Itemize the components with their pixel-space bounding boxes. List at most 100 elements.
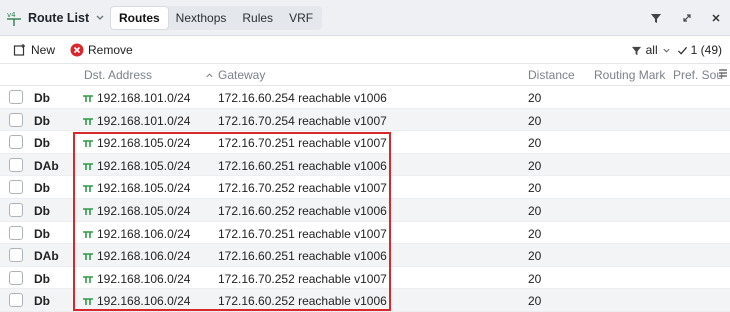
row-gateway: 172.16.60.251 reachable v1006 xyxy=(218,158,387,173)
row-checkbox[interactable] xyxy=(9,225,23,240)
row-checkbox[interactable] xyxy=(9,90,23,104)
row-dst-address: 192.168.106.0/24 xyxy=(97,271,191,286)
row-gateway: 172.16.70.251 reachable v1007 xyxy=(218,226,387,241)
row-dst: 192.168.106.0/24 xyxy=(82,249,190,263)
column-header-distance[interactable]: Distance xyxy=(528,68,575,82)
row-gateway: 172.16.70.252 reachable v1007 xyxy=(218,181,387,196)
restore-icon[interactable] xyxy=(679,9,695,27)
row-dst: 192.168.106.0/24 xyxy=(82,294,190,308)
column-header-gateway[interactable]: Gateway xyxy=(205,68,265,82)
table-row[interactable]: DAb 192.168.106.0/24 172.16.60.251 reach… xyxy=(0,244,730,267)
route-icon xyxy=(83,162,93,170)
row-distance: 20 xyxy=(528,203,542,218)
column-header-routing-mark[interactable]: Routing Mark xyxy=(594,68,665,82)
window-title: Route List xyxy=(28,11,90,25)
row-distance: 20 xyxy=(528,136,542,151)
new-button-label: New xyxy=(31,43,56,57)
tab-routes[interactable]: Routes xyxy=(111,7,168,29)
row-dst-address: 192.168.101.0/24 xyxy=(97,113,191,128)
row-distance: 20 xyxy=(528,249,542,264)
route-icon xyxy=(83,298,93,306)
row-dst: 192.168.105.0/24 xyxy=(82,204,190,218)
row-dst: 192.168.101.0/24 xyxy=(82,91,190,105)
row-dst-address: 192.168.105.0/24 xyxy=(97,136,191,151)
row-gateway: 172.16.60.254 reachable v1006 xyxy=(218,91,387,105)
table-row[interactable]: Db 192.168.105.0/24 172.16.70.252 reacha… xyxy=(0,176,730,199)
row-flags: Db xyxy=(34,203,50,218)
tab-vrf[interactable]: VRF xyxy=(281,7,321,29)
row-dst-address: 192.168.101.0/24 xyxy=(97,91,191,105)
route-list-icon: v4 xyxy=(6,9,22,27)
row-gateway: 172.16.60.252 reachable v1006 xyxy=(218,294,387,309)
row-dst: 192.168.105.0/24 xyxy=(82,136,190,150)
check-icon xyxy=(677,46,687,55)
row-gateway: 172.16.70.252 reachable v1007 xyxy=(218,271,387,286)
row-distance: 20 xyxy=(528,158,542,173)
row-checkbox[interactable] xyxy=(9,248,23,263)
remove-button-label: Remove xyxy=(88,43,133,57)
row-flags: DAb xyxy=(34,249,59,264)
route-icon xyxy=(83,275,93,283)
row-checkbox[interactable] xyxy=(9,157,23,172)
column-menu-icon[interactable] xyxy=(718,67,728,82)
funnel-icon xyxy=(631,46,641,55)
table-row[interactable]: Db 192.168.101.0/24 172.16.70.254 reacha… xyxy=(0,108,730,132)
toolbar: New Remove all 1 (49) xyxy=(0,36,730,64)
row-gateway: 172.16.60.251 reachable v1006 xyxy=(218,249,387,264)
close-icon[interactable] xyxy=(708,9,724,27)
row-checkbox[interactable] xyxy=(9,270,23,285)
tab-nexthops[interactable]: Nexthops xyxy=(168,7,235,29)
row-distance: 20 xyxy=(528,294,542,309)
row-flags: Db xyxy=(34,294,50,309)
table-row[interactable]: DAb 192.168.105.0/24 172.16.60.251 reach… xyxy=(0,153,730,177)
row-gateway: 172.16.70.254 reachable v1007 xyxy=(218,113,387,128)
tab-rules[interactable]: Rules xyxy=(234,7,281,29)
row-checkbox[interactable] xyxy=(9,293,23,308)
row-dst: 192.168.105.0/24 xyxy=(82,159,190,173)
filter-icon[interactable] xyxy=(648,9,664,27)
sort-ascending-icon xyxy=(206,72,213,77)
title-menu-chevron-icon[interactable] xyxy=(92,9,108,27)
table-row[interactable]: Db 192.168.106.0/24 172.16.70.251 reacha… xyxy=(0,222,730,245)
column-header-pref-source[interactable]: Pref. Sou xyxy=(673,68,723,82)
route-table-body: Db 192.168.101.0/24 172.16.60.254 reacha… xyxy=(0,86,730,312)
route-icon xyxy=(83,95,93,102)
new-button[interactable]: New xyxy=(13,41,55,59)
table-row[interactable]: Db 192.168.101.0/24 172.16.60.254 reacha… xyxy=(0,86,730,109)
selection-count[interactable]: 1 (49) xyxy=(677,43,722,57)
row-flags: Db xyxy=(34,113,50,128)
table-row[interactable]: Db 192.168.105.0/24 172.16.70.251 reacha… xyxy=(0,131,730,154)
row-checkbox[interactable] xyxy=(9,202,23,217)
route-icon xyxy=(83,253,93,261)
row-dst-address: 192.168.106.0/24 xyxy=(97,294,191,309)
row-gateway: 172.16.70.251 reachable v1007 xyxy=(218,136,387,151)
remove-button[interactable]: Remove xyxy=(70,41,133,59)
filter-select-value: all xyxy=(645,43,658,57)
row-dst-address: 192.168.105.0/24 xyxy=(97,181,191,196)
row-checkbox[interactable] xyxy=(9,180,23,195)
row-checkbox[interactable] xyxy=(9,112,23,127)
route-icon xyxy=(83,185,93,193)
row-gateway: 172.16.60.252 reachable v1006 xyxy=(218,203,387,218)
table-row[interactable]: Db 192.168.105.0/24 172.16.60.252 reacha… xyxy=(0,198,730,222)
tab-bar: Routes Nexthops Rules VRF xyxy=(110,6,323,30)
route-icon xyxy=(83,140,93,148)
row-dst: 192.168.101.0/24 xyxy=(82,114,190,128)
row-dst: 192.168.106.0/24 xyxy=(82,227,190,241)
row-flags: Db xyxy=(34,226,50,241)
row-flags: Db xyxy=(34,271,50,286)
row-distance: 20 xyxy=(528,226,542,241)
row-distance: 20 xyxy=(528,271,542,286)
chevron-down-icon xyxy=(663,48,670,53)
row-dst: 192.168.106.0/24 xyxy=(82,272,190,286)
row-flags: Db xyxy=(34,181,50,196)
table-row[interactable]: Db 192.168.106.0/24 172.16.60.252 reacha… xyxy=(0,289,730,312)
new-icon xyxy=(13,43,27,57)
filter-select[interactable]: all xyxy=(631,43,671,57)
row-distance: 20 xyxy=(528,113,542,128)
row-dst-address: 192.168.106.0/24 xyxy=(97,226,191,241)
row-dst-address: 192.168.106.0/24 xyxy=(97,249,191,264)
column-header-dst[interactable]: Dst. Address xyxy=(84,68,152,82)
row-checkbox[interactable] xyxy=(9,135,23,150)
table-row[interactable]: Db 192.168.106.0/24 172.16.70.252 reacha… xyxy=(0,267,730,290)
